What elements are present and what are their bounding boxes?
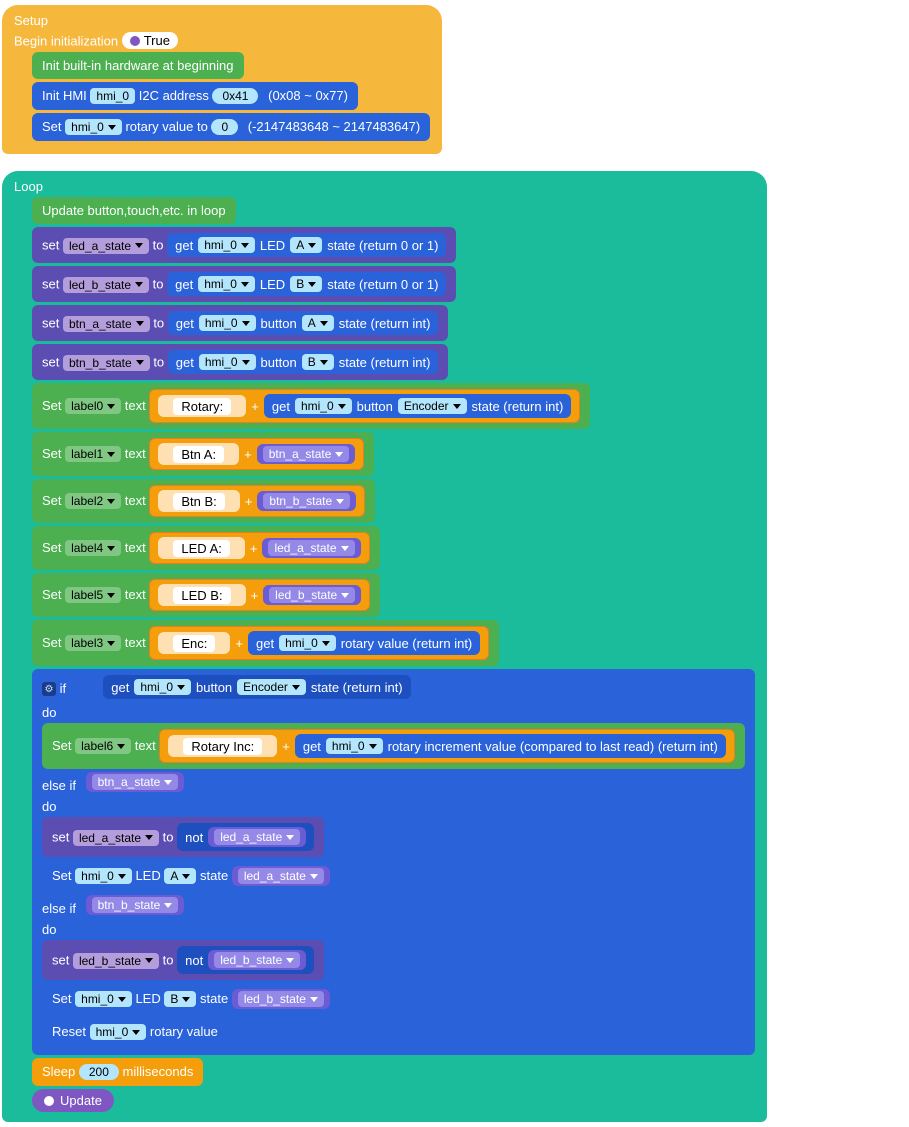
set-var-block[interactable]: set btn_a_state to get hmi_0 button A st… bbox=[32, 305, 448, 341]
gear-icon[interactable] bbox=[42, 682, 56, 696]
set-label-block[interactable]: Set label1 text “Btn A:” + btn_a_state bbox=[32, 432, 374, 476]
set-var-block[interactable]: set led_b_state to get hmi_0 LED B state… bbox=[32, 266, 456, 302]
setup-block[interactable]: Setup Begin initialization True Init bui… bbox=[2, 5, 442, 154]
addr-field[interactable]: 0x41 bbox=[212, 88, 258, 104]
init-hw-block[interactable]: Init built-in hardware at beginning bbox=[32, 52, 244, 79]
if-block[interactable]: if get hmi_0 button Encoder state (retur… bbox=[32, 669, 755, 1055]
set-label-block[interactable]: Set label3 text “Enc:” + get hmi_0 rotar… bbox=[32, 620, 499, 666]
begin-init-label: Begin initialization bbox=[14, 34, 118, 49]
update-loop-block[interactable]: Update button,touch,etc. in loop bbox=[32, 197, 236, 224]
hmi-dropdown[interactable]: hmi_0 bbox=[90, 88, 135, 104]
rotary-val-field[interactable]: 0 bbox=[211, 119, 238, 135]
set-var-block[interactable]: set btn_b_state to get hmi_0 button B st… bbox=[32, 344, 448, 380]
set-label-block[interactable]: Set label5 text “LED B:” + led_b_state bbox=[32, 573, 380, 617]
true-pill[interactable]: True bbox=[122, 32, 178, 49]
reset-rotary-block[interactable]: Reset hmi_0 rotary value bbox=[42, 1018, 228, 1046]
set-label-block[interactable]: Set label0 text “Rotary:” + get hmi_0 bu… bbox=[32, 383, 590, 429]
set-label-block[interactable]: Set label6 text “Rotary Inc:” + get hmi_… bbox=[42, 723, 745, 769]
hmi-dropdown[interactable]: hmi_0 bbox=[65, 119, 122, 135]
get-led-state-block[interactable]: get hmi_0 LED A state (return 0 or 1) bbox=[167, 233, 446, 257]
dot-icon bbox=[44, 1096, 54, 1106]
sleep-block[interactable]: Sleep 200 milliseconds bbox=[32, 1058, 203, 1086]
set-label-block[interactable]: Set label2 text “Btn B:” + btn_b_state bbox=[32, 479, 375, 523]
update-pill[interactable]: Update bbox=[32, 1089, 114, 1112]
set-rotary-block[interactable]: Set hmi_0 rotary value to 0 (-2147483648… bbox=[32, 113, 430, 141]
var-dropdown[interactable]: led_a_state bbox=[63, 238, 149, 254]
setup-title: Setup bbox=[14, 13, 48, 28]
loop-title: Loop bbox=[14, 179, 43, 194]
string-concat-block[interactable]: “Rotary:” + get hmi_0 button Encoder sta… bbox=[149, 389, 580, 423]
set-label-block[interactable]: Set label4 text “LED A:” + led_a_state bbox=[32, 526, 380, 570]
init-hmi-block[interactable]: Init HMI hmi_0 I2C address 0x41 (0x08 ~ … bbox=[32, 82, 358, 110]
loop-block[interactable]: Loop Update button,touch,etc. in loop se… bbox=[2, 171, 767, 1122]
set-var-block[interactable]: set led_a_state to get hmi_0 LED A state… bbox=[32, 227, 456, 263]
